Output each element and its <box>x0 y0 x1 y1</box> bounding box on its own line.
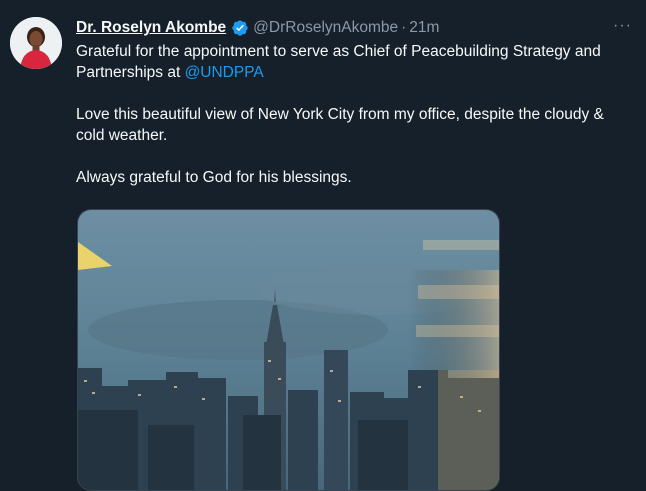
author-name[interactable]: Dr. Roselyn Akombe <box>76 19 226 37</box>
tweet-paragraph-2: Love this beautiful view of New York Cit… <box>76 106 604 144</box>
tweet[interactable]: Dr. Roselyn Akombe @DrRoselynAkombe · 21… <box>0 0 646 491</box>
author-avatar[interactable] <box>10 17 62 69</box>
more-options-icon[interactable]: ··· <box>613 17 632 35</box>
verified-badge-icon <box>232 20 248 36</box>
tweet-text: Grateful for the appointment to serve as… <box>76 41 636 188</box>
avatar-image <box>10 17 62 69</box>
separator-dot: · <box>401 19 407 36</box>
nyc-skyline-photo <box>78 210 499 490</box>
tweet-paragraph-3: Always grateful to God for his blessings… <box>76 169 352 186</box>
tweet-photo[interactable] <box>77 209 500 491</box>
tweet-header: Dr. Roselyn Akombe @DrRoselynAkombe · 21… <box>76 17 439 39</box>
tweet-paragraph-1-text: Grateful for the appointment to serve as… <box>76 43 601 81</box>
tweet-timestamp[interactable]: 21m <box>409 19 439 37</box>
mention-link[interactable]: @UNDPPA <box>185 64 264 81</box>
tweet-paragraph-1: Grateful for the appointment to serve as… <box>76 41 636 83</box>
author-handle[interactable]: @DrRoselynAkombe <box>253 19 398 37</box>
